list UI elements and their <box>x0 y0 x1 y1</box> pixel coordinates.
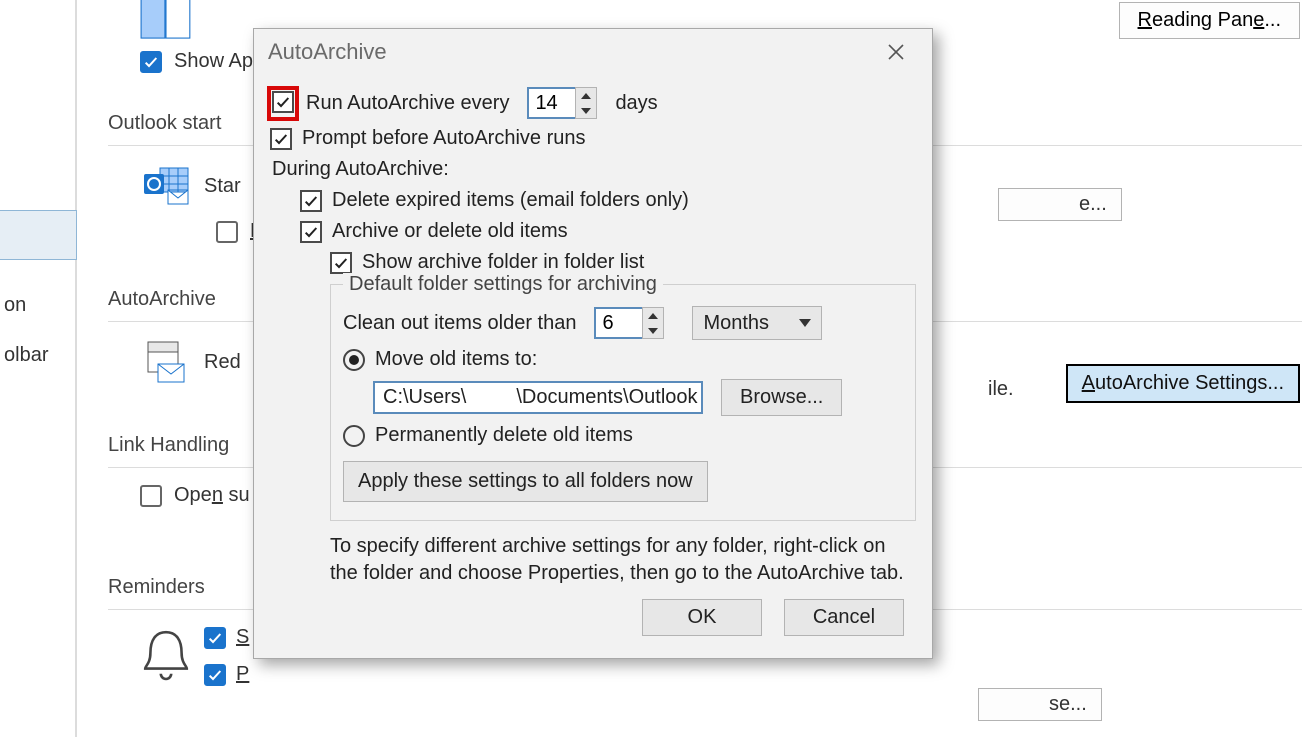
outlook-icon <box>140 162 192 210</box>
browse-button[interactable]: Browse... <box>721 379 842 416</box>
clean-out-spinner[interactable] <box>594 307 664 339</box>
run-every-days: days <box>615 92 657 115</box>
apply-all-button[interactable]: Apply these settings to all folders now <box>343 461 708 502</box>
delete-expired-checkbox[interactable] <box>300 190 322 212</box>
reading-pane-label: eading Pane... <box>1152 9 1281 31</box>
perm-delete-radio[interactable] <box>343 425 365 447</box>
run-autoarchive-highlight <box>270 89 296 118</box>
bell-icon <box>140 632 192 680</box>
pane-icon <box>140 0 192 44</box>
clean-out-label: Clean out items older than <box>343 312 576 335</box>
archive-icon <box>140 338 192 386</box>
spin-up[interactable] <box>643 308 663 323</box>
start-label: Star <box>204 175 241 198</box>
move-to-path[interactable]: C:\Users\ \Documents\Outlook <box>373 381 703 414</box>
clean-out-value[interactable] <box>594 307 642 339</box>
move-to-label: Move old items to: <box>375 348 537 371</box>
prompt-checkbox[interactable] <box>270 128 292 150</box>
sidebar-item[interactable]: on <box>0 286 76 325</box>
checkbox[interactable] <box>140 51 162 73</box>
partial-label: P <box>236 663 249 686</box>
autoarchive-dialog: AutoArchive Run AutoArchive every days P… <box>253 28 933 659</box>
run-every-label: Run AutoArchive every <box>306 92 509 115</box>
clean-out-unit-dropdown[interactable]: Months <box>692 306 822 340</box>
during-label: During AutoArchive: <box>272 158 449 181</box>
delete-expired-label: Delete expired items (email folders only… <box>332 189 689 212</box>
checkbox[interactable] <box>216 221 238 243</box>
cancel-button[interactable]: Cancel <box>784 599 904 636</box>
spin-up[interactable] <box>576 88 596 103</box>
checkbox[interactable] <box>204 664 226 686</box>
checkbox[interactable] <box>140 485 162 507</box>
open-su-label: Open su <box>174 484 250 507</box>
clean-out-unit: Months <box>703 312 769 335</box>
dialog-title: AutoArchive <box>268 39 387 65</box>
close-icon[interactable] <box>874 35 918 69</box>
autoarchive-settings-button[interactable]: AutoArchive Settings... <box>1066 364 1300 403</box>
archive-delete-label: Archive or delete old items <box>332 220 568 243</box>
archive-delete-checkbox[interactable] <box>300 221 322 243</box>
checkbox[interactable] <box>204 627 226 649</box>
options-sidebar: on olbar <box>0 0 76 737</box>
spin-down[interactable] <box>643 323 663 338</box>
partial-label: S <box>236 626 249 649</box>
perm-delete-label: Permanently delete old items <box>375 424 633 447</box>
show-label: Show Ap <box>174 50 253 73</box>
ok-button[interactable]: OK <box>642 599 762 636</box>
sidebar-item[interactable]: olbar <box>0 336 76 375</box>
move-to-radio[interactable] <box>343 349 365 371</box>
show-archive-folder-label: Show archive folder in folder list <box>362 251 644 274</box>
hint-text: To specify different archive settings fo… <box>330 533 916 587</box>
run-every-value[interactable] <box>527 87 575 119</box>
peek-button[interactable]: e... <box>998 188 1122 221</box>
chevron-down-icon <box>799 319 811 327</box>
spin-down[interactable] <box>576 103 596 118</box>
reading-pane-button[interactable]: Reading Pane... <box>1119 2 1300 39</box>
show-archive-folder-checkbox[interactable] <box>330 252 352 274</box>
sidebar-selected-row[interactable] <box>0 210 77 260</box>
default-folder-group: Default folder settings for archiving Cl… <box>330 284 916 521</box>
group-legend: Default folder settings for archiving <box>343 273 663 296</box>
run-autoarchive-checkbox[interactable] <box>272 91 294 113</box>
run-every-spinner[interactable] <box>527 87 597 119</box>
red-label: Red <box>204 351 241 374</box>
peek-button[interactable]: se... <box>978 688 1102 721</box>
prompt-label: Prompt before AutoArchive runs <box>302 127 585 150</box>
peek-text: ile. <box>988 378 1014 401</box>
